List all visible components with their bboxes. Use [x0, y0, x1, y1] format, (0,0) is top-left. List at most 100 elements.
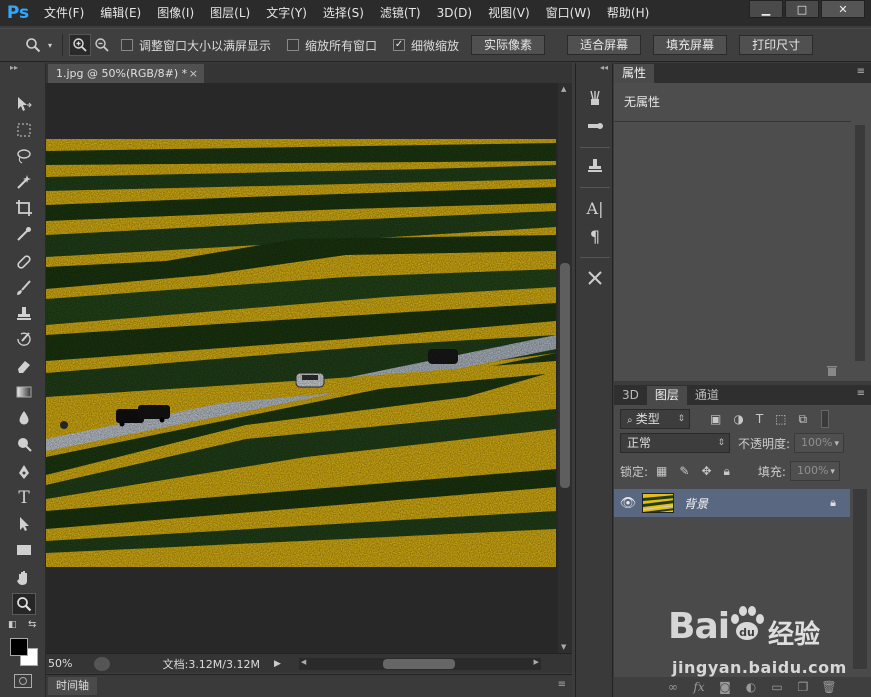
blend-mode-select[interactable]: 正常 ⇕ — [620, 433, 730, 453]
chevron-down-icon[interactable]: ▾ — [44, 34, 56, 56]
magic-wand-tool-icon[interactable] — [12, 171, 36, 193]
tab-layers[interactable]: 图层 — [646, 386, 687, 405]
brush-tool-icon[interactable] — [12, 277, 36, 299]
lock-position-icon[interactable]: ✥ — [701, 464, 711, 478]
fill-screen-button[interactable]: 填充屏幕 — [653, 35, 728, 55]
eraser-tool-icon[interactable] — [12, 355, 36, 377]
status-menu-arrow-icon[interactable]: ▶ — [274, 659, 281, 669]
lock-transparent-icon[interactable]: ▦ — [656, 464, 667, 478]
tab-channels[interactable]: 通道 — [687, 386, 727, 405]
filter-type-icon[interactable]: T — [756, 412, 763, 426]
blur-tool-icon[interactable] — [12, 407, 36, 429]
brush-presets-icon[interactable] — [584, 87, 606, 109]
menu-item-4[interactable]: 文字(Y) — [258, 0, 315, 26]
fit-screen-button[interactable]: 适合屏幕 — [567, 35, 642, 55]
horizontal-scroll-thumb[interactable] — [382, 658, 455, 669]
healing-brush-tool-icon[interactable] — [12, 251, 36, 273]
gradient-tool-icon[interactable] — [12, 381, 36, 403]
clone-source-icon[interactable] — [584, 155, 606, 177]
zoom-in-icon[interactable] — [69, 34, 91, 56]
path-selection-tool-icon[interactable] — [12, 513, 36, 535]
menu-item-7[interactable]: 3D(D) — [429, 0, 480, 26]
panel-menu-icon[interactable]: ≡ — [558, 679, 566, 690]
menu-item-5[interactable]: 选择(S) — [315, 0, 372, 26]
menu-item-1[interactable]: 编辑(E) — [92, 0, 149, 26]
character-panel-icon[interactable]: A| — [584, 197, 606, 219]
menu-item-9[interactable]: 窗口(W) — [538, 0, 599, 26]
minimize-button[interactable]: ▁ — [749, 0, 783, 18]
resize-windows-checkbox[interactable]: 调整窗口大小以满屏显示 — [121, 37, 271, 54]
crop-tool-icon[interactable] — [12, 197, 36, 219]
layer-item[interactable]: 👁︎ 背景 🔒︎ — [614, 489, 850, 517]
swap-colors-icon[interactable]: ⇆ — [28, 619, 36, 630]
tab-properties[interactable]: 属性 — [614, 64, 655, 83]
vertical-scrollbar[interactable]: ▲ ▼ — [558, 83, 572, 653]
status-info-icon[interactable] — [94, 656, 110, 671]
checkbox-box[interactable] — [121, 39, 133, 51]
default-colors-icon[interactable]: ◧ — [8, 620, 17, 630]
zoom-all-windows-checkbox[interactable]: 缩放所有窗口 — [287, 37, 377, 54]
print-size-button[interactable]: 打印尺寸 — [739, 35, 814, 55]
scroll-up-icon[interactable]: ▲ — [561, 85, 566, 93]
maximize-button[interactable]: □ — [785, 0, 819, 18]
trash-icon[interactable] — [827, 365, 837, 379]
type-tool-icon[interactable]: T — [12, 487, 36, 509]
panel-menu-icon[interactable]: ≡ — [857, 66, 865, 77]
document-tab[interactable]: 1.jpg @ 50%(RGB/8#) * × — [48, 64, 204, 83]
rectangle-tool-icon[interactable] — [12, 539, 36, 561]
collapse-arrows-icon[interactable]: ◂◂ — [600, 63, 608, 72]
layer-name[interactable]: 背景 — [684, 495, 708, 512]
tab-3d[interactable]: 3D — [614, 386, 647, 405]
lock-all-icon[interactable]: 🔒︎ — [724, 464, 730, 479]
filter-shape-icon[interactable]: ⬚ — [775, 412, 786, 426]
foreground-color-swatch[interactable] — [10, 638, 28, 656]
quick-mask-icon[interactable] — [14, 674, 32, 688]
actual-pixels-button[interactable]: 实际像素 — [471, 35, 546, 55]
zoom-tool-preset-icon[interactable] — [22, 34, 44, 56]
hand-tool-icon[interactable] — [12, 567, 36, 589]
opacity-field[interactable]: 100% ▾ — [794, 433, 845, 453]
brush-settings-icon[interactable] — [584, 115, 606, 137]
lock-image-icon[interactable]: ✎ — [679, 464, 689, 478]
menu-item-0[interactable]: 文件(F) — [36, 0, 92, 26]
pen-tool-icon[interactable] — [12, 461, 36, 483]
menu-item-8[interactable]: 视图(V) — [480, 0, 538, 26]
eyedropper-tool-icon[interactable] — [12, 223, 36, 245]
menu-item-6[interactable]: 滤镜(T) — [372, 0, 429, 26]
menu-item-2[interactable]: 图像(I) — [149, 0, 202, 26]
scroll-down-icon[interactable]: ▼ — [561, 643, 566, 651]
marquee-tool-icon[interactable] — [12, 119, 36, 141]
clone-stamp-tool-icon[interactable] — [12, 303, 36, 325]
chevron-down-icon[interactable]: ▾ — [835, 435, 840, 453]
fill-field[interactable]: 100% ▾ — [789, 461, 840, 481]
checkbox-box[interactable] — [287, 39, 300, 51]
tab-close-icon[interactable]: × — [189, 64, 198, 83]
filter-kind-select[interactable]: ⌕ 类型 ⇕ — [620, 409, 690, 429]
zoom-out-icon[interactable] — [91, 34, 113, 56]
timeline-tab[interactable]: 时间轴 — [48, 677, 97, 695]
dodge-tool-icon[interactable] — [12, 433, 36, 455]
properties-scrollbar[interactable] — [855, 125, 865, 361]
history-brush-tool-icon[interactable] — [12, 329, 36, 351]
scroll-left-icon[interactable]: ◀ — [301, 658, 306, 666]
move-tool-icon[interactable] — [12, 93, 36, 115]
canvas-area[interactable] — [46, 83, 558, 653]
canvas-image[interactable] — [46, 139, 556, 567]
zoom-tool-icon[interactable] — [12, 593, 36, 615]
menu-item-3[interactable]: 图层(L) — [202, 0, 258, 26]
scrubby-zoom-checkbox[interactable]: ✓ 细微缩放 — [393, 37, 459, 54]
lasso-tool-icon[interactable] — [12, 145, 36, 167]
scroll-right-icon[interactable]: ▶ — [534, 658, 539, 666]
collapse-arrows-icon[interactable]: ▸▸ — [0, 63, 45, 75]
tool-presets-icon[interactable] — [584, 267, 606, 289]
zoom-level[interactable]: 50% — [46, 657, 94, 670]
vertical-scroll-thumb[interactable] — [560, 263, 570, 488]
menu-item-10[interactable]: 帮助(H) — [599, 0, 657, 26]
paragraph-panel-icon[interactable]: ¶ — [584, 225, 606, 247]
horizontal-scrollbar[interactable]: ◀ ▶ — [298, 657, 541, 670]
panel-menu-icon[interactable]: ≡ — [857, 388, 865, 399]
filter-pixel-icon[interactable]: ▣ — [710, 412, 721, 426]
checkbox-box-checked[interactable]: ✓ — [393, 39, 406, 51]
filter-toggle[interactable] — [821, 410, 830, 428]
filter-adjustment-icon[interactable]: ◑ — [733, 412, 743, 426]
